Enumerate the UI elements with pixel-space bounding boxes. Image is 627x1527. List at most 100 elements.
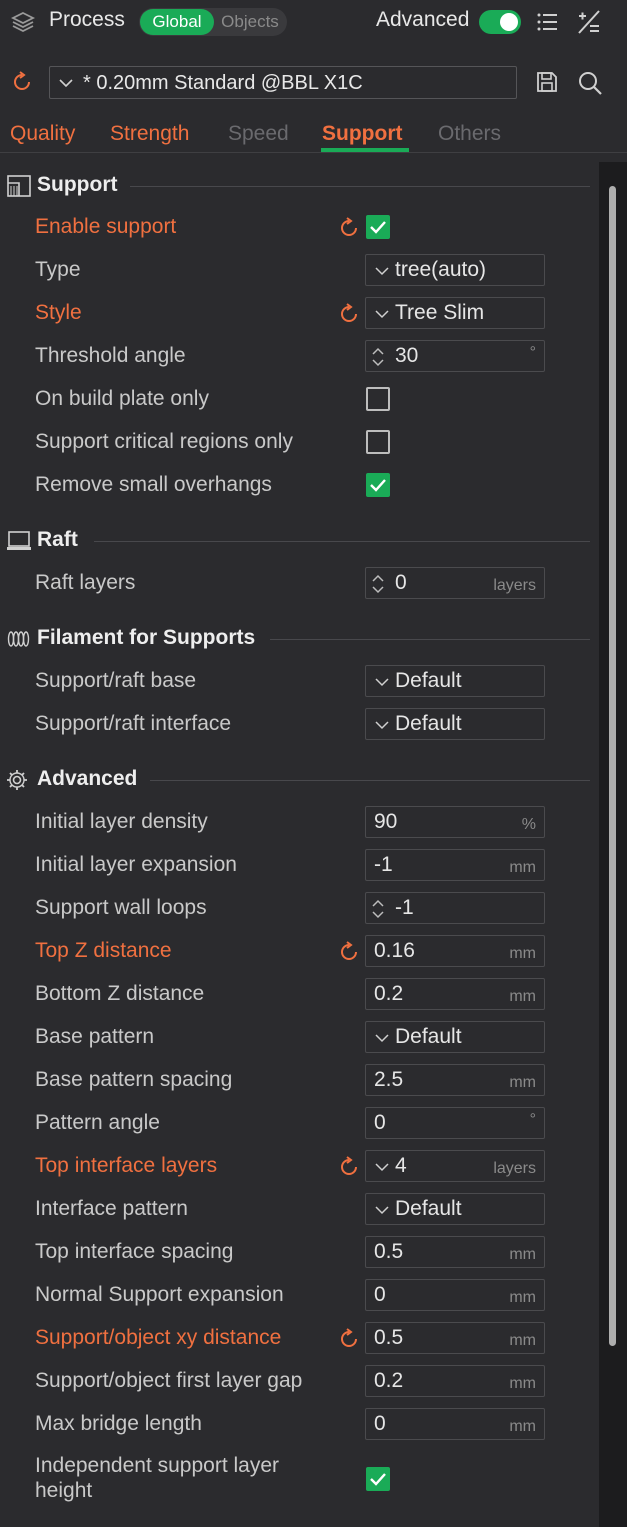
raft-icon xyxy=(7,531,31,550)
check-icon xyxy=(370,479,386,492)
setting-value: Tree Slim xyxy=(395,301,485,324)
search-icon[interactable] xyxy=(577,70,603,96)
threshold-angle-spinner[interactable]: 30 ° xyxy=(365,340,545,372)
setting-row: Support/object first layer gap 0.2 mm xyxy=(0,1364,600,1400)
interface-pattern-dropdown[interactable]: Default xyxy=(365,1193,545,1225)
advanced-label: Advanced xyxy=(376,8,470,31)
remove-overhangs-checkbox[interactable] xyxy=(366,473,390,497)
setting-label: Top Z distance xyxy=(35,939,172,962)
reset-icon[interactable] xyxy=(10,70,34,94)
reset-icon[interactable] xyxy=(337,940,361,964)
support-style-dropdown[interactable]: Tree Slim xyxy=(365,297,545,329)
scope-switch[interactable]: Global Objects xyxy=(139,8,287,36)
section-title: Support xyxy=(37,173,118,196)
independent-layer-height-checkbox[interactable] xyxy=(366,1467,390,1491)
setting-unit: mm xyxy=(509,1332,536,1349)
setting-unit: mm xyxy=(509,1246,536,1263)
reset-icon[interactable] xyxy=(337,1327,361,1351)
setting-unit: ° xyxy=(529,344,536,361)
initial-layer-density-input[interactable]: 90 % xyxy=(365,806,545,838)
setting-label: Max bridge length xyxy=(35,1412,202,1435)
raft-layers-spinner[interactable]: 0 layers xyxy=(365,567,545,599)
panel-title: Process xyxy=(49,8,125,31)
base-pattern-spacing-input[interactable]: 2.5 mm xyxy=(365,1064,545,1096)
top-interface-spacing-input[interactable]: 0.5 mm xyxy=(365,1236,545,1268)
compare-icon[interactable] xyxy=(576,8,602,36)
setting-unit: ° xyxy=(529,1111,536,1128)
setting-label: Independent support layer xyxy=(35,1454,280,1477)
normal-support-expansion-input[interactable]: 0 mm xyxy=(365,1279,545,1311)
setting-unit: mm xyxy=(509,945,536,962)
reset-icon[interactable] xyxy=(337,216,361,240)
tab-others[interactable]: Others xyxy=(438,122,501,146)
tab-strength[interactable]: Strength xyxy=(110,122,189,146)
section-raft: Raft xyxy=(0,525,600,557)
setting-row: Style Tree Slim xyxy=(0,296,600,332)
top-z-distance-input[interactable]: 0.16 mm xyxy=(365,935,545,967)
first-layer-gap-input[interactable]: 0.2 mm xyxy=(365,1365,545,1397)
max-bridge-length-input[interactable]: 0 mm xyxy=(365,1408,545,1440)
setting-value: Default xyxy=(395,1197,462,1220)
setting-row: Max bridge length 0 mm xyxy=(0,1407,600,1443)
setting-unit: mm xyxy=(509,1418,536,1435)
base-pattern-dropdown[interactable]: Default xyxy=(365,1021,545,1053)
support-type-dropdown[interactable]: tree(auto) xyxy=(365,254,545,286)
section-filament: Filament for Supports xyxy=(0,623,600,655)
chevron-down-icon xyxy=(59,79,73,88)
setting-row: Initial layer density 90 % xyxy=(0,805,600,841)
scope-objects-button[interactable]: Objects xyxy=(215,9,285,35)
pattern-angle-input[interactable]: 0 ° xyxy=(365,1107,545,1139)
setting-label: Enable support xyxy=(35,215,177,238)
preset-dropdown[interactable]: * 0.20mm Standard @BBL X1C xyxy=(49,66,517,99)
setting-label: Support/raft interface xyxy=(35,712,232,735)
reset-icon[interactable] xyxy=(337,302,361,326)
setting-row: Interface pattern Default xyxy=(0,1192,600,1228)
section-advanced: Advanced xyxy=(0,764,600,796)
initial-layer-expansion-input[interactable]: -1 mm xyxy=(365,849,545,881)
list-icon[interactable] xyxy=(535,10,559,34)
bottom-z-distance-input[interactable]: 0.2 mm xyxy=(365,978,545,1010)
gear-icon xyxy=(7,770,27,790)
setting-label: Support wall loops xyxy=(35,896,207,919)
setting-row: Support critical regions only xyxy=(0,425,600,461)
setting-unit: layers xyxy=(493,1160,536,1177)
critical-regions-checkbox[interactable] xyxy=(366,430,390,454)
tab-support[interactable]: Support xyxy=(322,122,402,146)
setting-value: Default xyxy=(395,712,462,735)
setting-value: tree(auto) xyxy=(395,258,487,281)
scrollbar-thumb[interactable] xyxy=(609,186,616,1346)
chevron-down-icon xyxy=(375,1163,389,1172)
tab-speed[interactable]: Speed xyxy=(228,122,289,146)
setting-row: Remove small overhangs xyxy=(0,468,600,504)
layers-icon xyxy=(10,11,36,33)
setting-value: 0 xyxy=(395,571,407,594)
setting-label: Support critical regions only xyxy=(35,430,293,453)
setting-label: Normal Support expansion xyxy=(35,1283,284,1306)
support-wall-loops-spinner[interactable]: -1 xyxy=(365,892,545,924)
top-interface-layers-dropdown[interactable]: 4 layers xyxy=(365,1150,545,1182)
spinner-arrows-icon[interactable] xyxy=(370,344,386,370)
chevron-down-icon xyxy=(375,678,389,687)
setting-value: 2.5 xyxy=(374,1068,404,1091)
setting-label: Base pattern xyxy=(35,1025,155,1048)
build-plate-only-checkbox[interactable] xyxy=(366,387,390,411)
raft-base-filament-dropdown[interactable]: Default xyxy=(365,665,545,697)
reset-icon[interactable] xyxy=(337,1155,361,1179)
support-icon xyxy=(7,175,31,197)
setting-row: On build plate only xyxy=(0,382,600,418)
save-icon[interactable] xyxy=(535,70,559,94)
raft-interface-filament-dropdown[interactable]: Default xyxy=(365,708,545,740)
enable-support-checkbox[interactable] xyxy=(366,215,390,239)
setting-value: 0 xyxy=(374,1412,386,1435)
setting-label: Support/object xy distance xyxy=(35,1326,282,1349)
spinner-arrows-icon[interactable] xyxy=(370,571,386,597)
setting-row: Pattern angle 0 ° xyxy=(0,1106,600,1142)
tab-quality[interactable]: Quality xyxy=(10,122,75,146)
setting-label-line2: height xyxy=(35,1479,93,1502)
advanced-toggle[interactable] xyxy=(479,10,521,34)
xy-distance-input[interactable]: 0.5 mm xyxy=(365,1322,545,1354)
spinner-arrows-icon[interactable] xyxy=(370,896,386,922)
setting-value: 30 xyxy=(395,344,419,367)
setting-label: Initial layer density xyxy=(35,810,208,833)
scope-global-button[interactable]: Global xyxy=(140,9,214,35)
